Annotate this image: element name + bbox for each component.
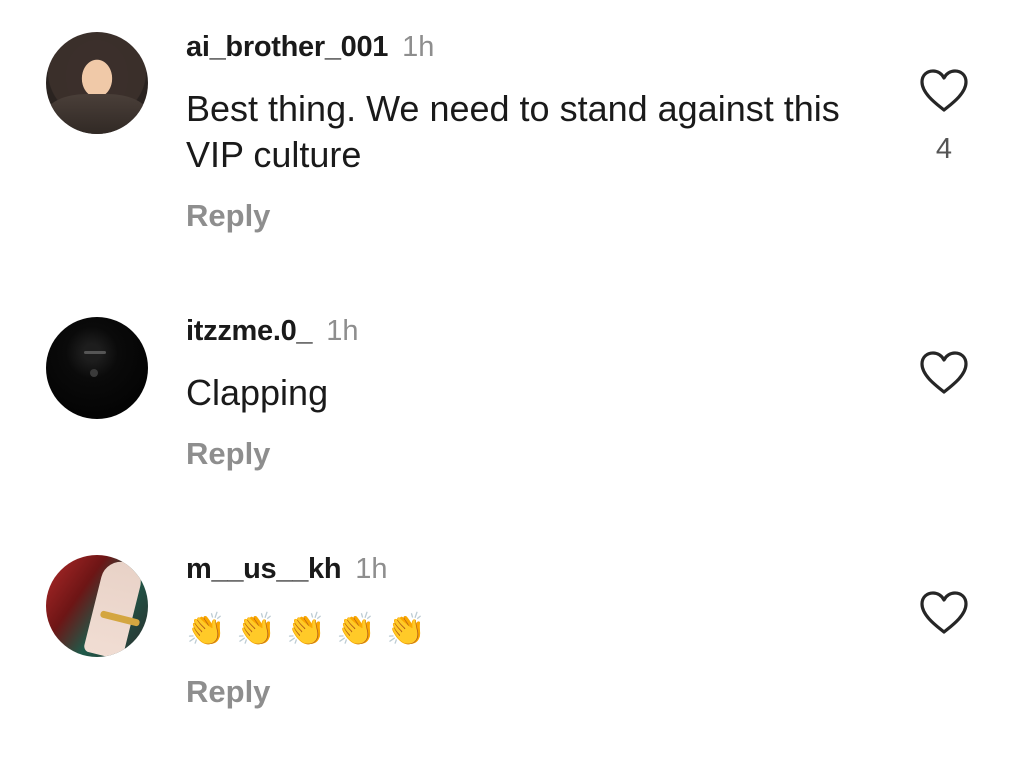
username[interactable]: itzzme.0_: [186, 315, 313, 347]
reply-button[interactable]: Reply: [186, 436, 270, 472]
timestamp: 1h: [402, 31, 435, 63]
heart-outline-icon[interactable]: [918, 350, 970, 396]
comment-item: ai_brother_001 1h Best thing. We need to …: [0, 0, 1024, 233]
comment-item: itzzme.0_ 1h Clapping Reply: [0, 298, 1024, 528]
comment-meta: m__us__kh 1h: [186, 552, 388, 586]
avatar[interactable]: [46, 555, 148, 657]
timestamp: 1h: [326, 315, 359, 347]
reply-button[interactable]: Reply: [186, 198, 270, 234]
username[interactable]: ai_brother_001: [186, 31, 388, 63]
clapping-hands-icon: 👏: [186, 611, 226, 647]
clapping-hands-icon: 👏: [386, 611, 426, 647]
comment-meta: itzzme.0_ 1h: [186, 314, 359, 348]
comment-item: m__us__kh 1h 👏 👏 👏 👏 👏 Reply: [0, 538, 1024, 768]
clapping-hands-icon: 👏: [336, 611, 376, 647]
comment-text: Clapping: [186, 372, 329, 413]
timestamp: 1h: [355, 553, 388, 585]
comment-emojis: 👏 👏 👏 👏 👏: [186, 606, 886, 647]
heart-outline-icon[interactable]: [918, 68, 970, 114]
username[interactable]: m__us__kh: [186, 553, 342, 585]
comment-meta: ai_brother_001 1h: [186, 30, 434, 64]
clapping-hands-icon: 👏: [236, 611, 276, 647]
reply-button[interactable]: Reply: [186, 674, 270, 710]
avatar[interactable]: [46, 317, 148, 419]
heart-outline-icon[interactable]: [918, 590, 970, 636]
clapping-hands-icon: 👏: [286, 611, 326, 647]
like-count: 4: [935, 133, 953, 165]
comment-text: Best thing. We need to stand against thi…: [186, 88, 840, 175]
avatar[interactable]: [46, 32, 148, 134]
